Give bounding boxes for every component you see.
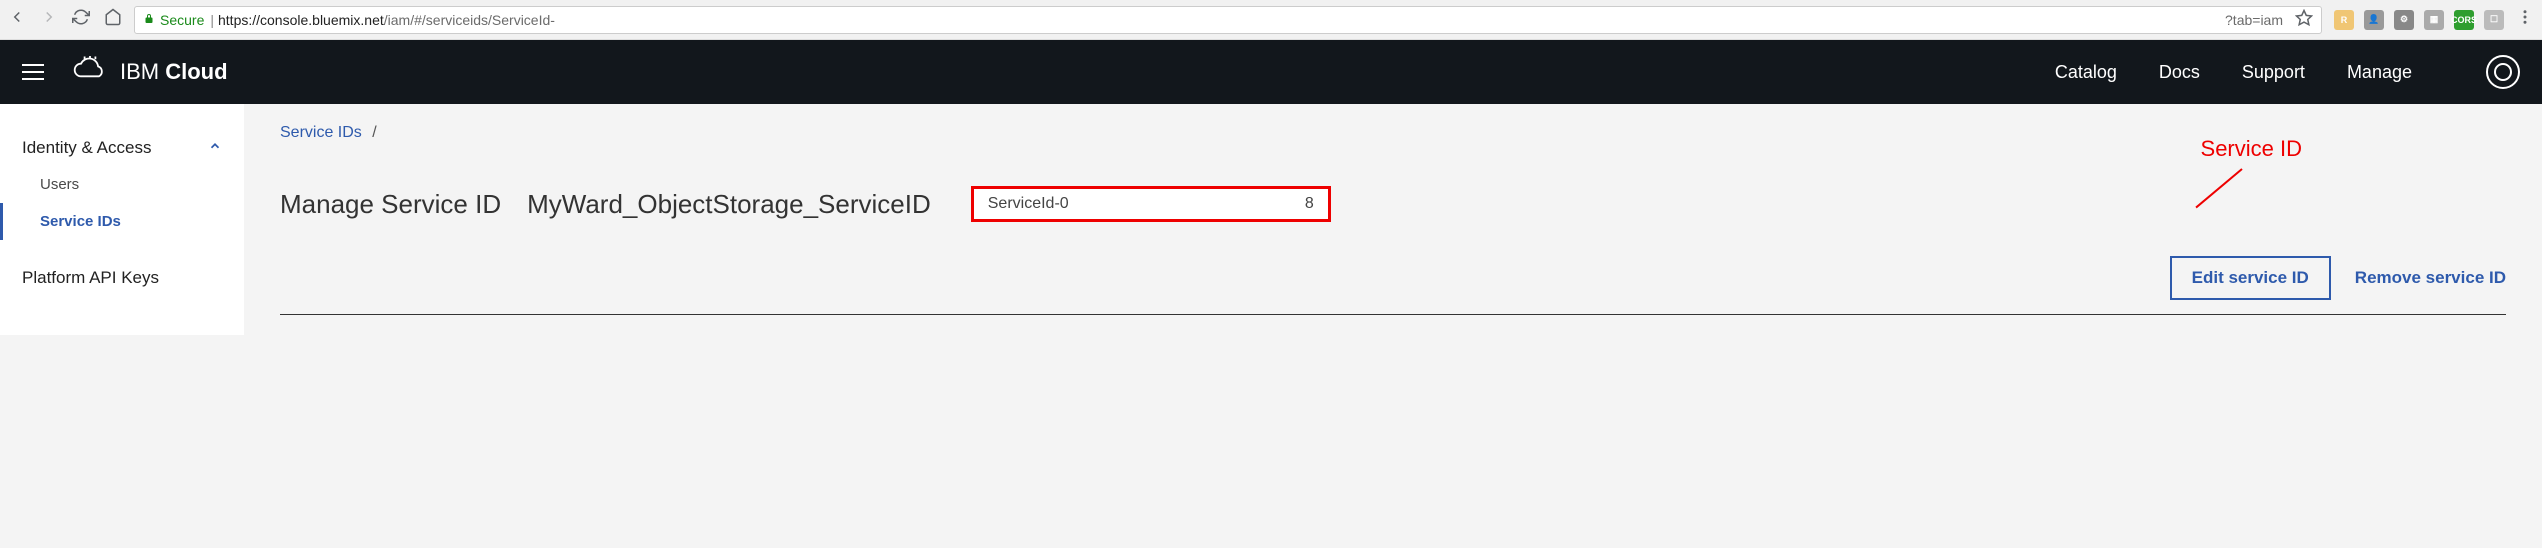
- url-domain: https://console.bluemix.net: [218, 12, 384, 28]
- sidebar-section-label: Identity & Access: [22, 138, 151, 158]
- bookmark-star-icon[interactable]: [2295, 9, 2313, 30]
- extension-icon[interactable]: ☐: [2484, 10, 2504, 30]
- nav-docs[interactable]: Docs: [2159, 62, 2200, 83]
- annotation-label: Service ID: [2201, 136, 2302, 162]
- browser-menu-icon[interactable]: [2516, 8, 2534, 31]
- secure-label: Secure: [160, 12, 204, 28]
- extension-icon[interactable]: ⚙: [2394, 10, 2414, 30]
- extension-icon[interactable]: R: [2334, 10, 2354, 30]
- reload-button[interactable]: [72, 8, 90, 31]
- service-id-suffix: 8: [1305, 195, 1314, 213]
- service-name: MyWard_ObjectStorage_ServiceID: [527, 189, 931, 220]
- remove-service-id-button[interactable]: Remove service ID: [2355, 268, 2506, 288]
- url-path: /iam/#/serviceids/ServiceId-: [384, 12, 555, 28]
- home-button[interactable]: [104, 8, 122, 31]
- edit-service-id-button[interactable]: Edit service ID: [2170, 256, 2331, 300]
- lock-icon: [143, 12, 155, 28]
- content-divider: [280, 314, 2506, 315]
- sidebar-item-service-ids[interactable]: Service IDs: [0, 203, 244, 240]
- extension-icon[interactable]: ▦: [2424, 10, 2444, 30]
- cors-extension-icon[interactable]: CORS: [2454, 10, 2474, 30]
- sidebar-item-users[interactable]: Users: [0, 166, 244, 203]
- service-id-field[interactable]: ServiceId-0 8: [971, 186, 1331, 222]
- address-bar[interactable]: Secure | https://console.bluemix.net/iam…: [134, 6, 2322, 34]
- breadcrumb-root[interactable]: Service IDs: [280, 124, 362, 141]
- nav-support[interactable]: Support: [2242, 62, 2305, 83]
- hamburger-menu-icon[interactable]: [22, 64, 44, 80]
- nav-manage[interactable]: Manage: [2347, 62, 2412, 83]
- back-button[interactable]: [8, 8, 26, 31]
- brand-logo[interactable]: IBM Cloud: [72, 56, 228, 89]
- page-title: Manage Service ID: [280, 189, 501, 220]
- chevron-up-icon: [208, 138, 222, 158]
- sidebar-section-identity[interactable]: Identity & Access: [0, 130, 244, 166]
- sidebar: Identity & Access Users Service IDs Plat…: [0, 104, 244, 335]
- breadcrumb-separator: /: [372, 124, 376, 141]
- forward-button[interactable]: [40, 8, 58, 31]
- browser-toolbar: Secure | https://console.bluemix.net/iam…: [0, 0, 2542, 40]
- brand-text-bold: Cloud: [165, 59, 227, 84]
- url-query: ?tab=iam: [2225, 12, 2283, 28]
- extension-icons: R 👤 ⚙ ▦ CORS ☐: [2334, 10, 2504, 30]
- app-header: IBM Cloud Catalog Docs Support Manage: [0, 40, 2542, 104]
- service-id-prefix: ServiceId-0: [988, 195, 1069, 213]
- extension-icon[interactable]: 👤: [2364, 10, 2384, 30]
- nav-catalog[interactable]: Catalog: [2055, 62, 2117, 83]
- breadcrumb: Service IDs /: [280, 124, 2506, 142]
- sidebar-item-platform-keys[interactable]: Platform API Keys: [0, 252, 244, 304]
- brand-text-light: IBM: [120, 59, 165, 84]
- user-avatar-icon[interactable]: [2486, 55, 2520, 89]
- main-content: Service IDs / Service ID Manage Service …: [244, 104, 2542, 335]
- cloud-icon: [72, 56, 108, 89]
